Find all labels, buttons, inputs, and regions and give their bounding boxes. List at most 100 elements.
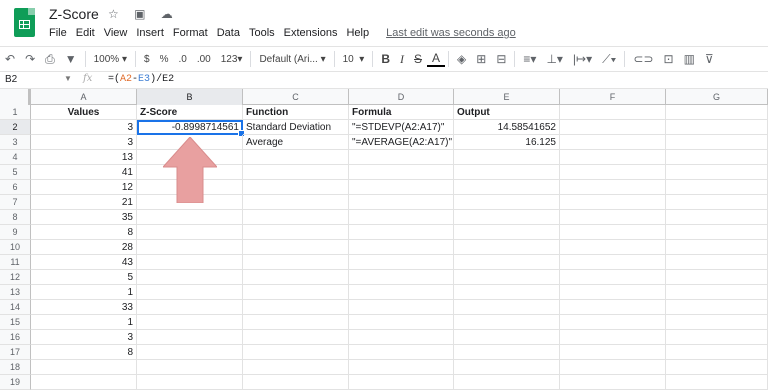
cell-d9[interactable] (349, 225, 454, 240)
cell-a5[interactable]: 41 (31, 165, 137, 180)
cell-c14[interactable] (243, 300, 349, 315)
cell-f14[interactable] (560, 300, 666, 315)
cell-g4[interactable] (666, 150, 768, 165)
menu-data[interactable]: Data (217, 27, 240, 39)
name-box[interactable]: B2 (5, 74, 17, 85)
cell-b2[interactable]: -0.8998714561 (137, 120, 245, 137)
cell-f1[interactable] (560, 105, 666, 120)
cell-a11[interactable]: 43 (31, 255, 137, 270)
row-header[interactable]: 14 (0, 300, 31, 315)
cell-f7[interactable] (560, 195, 666, 210)
cell-d6[interactable] (349, 180, 454, 195)
cell-d2[interactable]: "=STDEVP(A2:A17)" (349, 120, 454, 135)
fill-color-icon[interactable]: ◈ (452, 52, 471, 66)
cell-d18[interactable] (349, 360, 454, 375)
cell-c10[interactable] (243, 240, 349, 255)
cell-a19[interactable] (31, 375, 137, 390)
row-header[interactable]: 3 (0, 135, 31, 150)
cell-g6[interactable] (666, 180, 768, 195)
cell-a18[interactable] (31, 360, 137, 375)
cell-c12[interactable] (243, 270, 349, 285)
sheet-grid[interactable]: ABCDEFG 1 Values Z-Score Function Formula Out… (0, 89, 768, 390)
cell-f19[interactable] (560, 375, 666, 390)
menu-help[interactable]: Help (346, 27, 369, 39)
cell-g14[interactable] (666, 300, 768, 315)
cell-c15[interactable] (243, 315, 349, 330)
cell-d13[interactable] (349, 285, 454, 300)
row-header[interactable]: 15 (0, 315, 31, 330)
cell-e15[interactable] (454, 315, 560, 330)
cell-d8[interactable] (349, 210, 454, 225)
column-header-d[interactable]: D (349, 89, 454, 105)
cell-d5[interactable] (349, 165, 454, 180)
merge-cells-icon[interactable]: ⊟ (491, 52, 511, 66)
cell-f5[interactable] (560, 165, 666, 180)
cell-g17[interactable] (666, 345, 768, 360)
star-move-cloud-icons[interactable]: ☆ ▣ ☁ (108, 7, 179, 21)
font-size-select[interactable]: 10 ▾ (338, 54, 370, 65)
cell-e1[interactable]: Output (454, 105, 560, 120)
cell-a3[interactable]: 3 (31, 135, 137, 150)
cell-b14[interactable] (137, 300, 243, 315)
text-color-button[interactable]: A (427, 51, 446, 67)
cell-e6[interactable] (454, 180, 560, 195)
vertical-align-icon[interactable]: ⊥▾ (541, 52, 567, 66)
column-header-g[interactable]: G (666, 89, 768, 105)
cell-e5[interactable] (454, 165, 560, 180)
increase-decimal-button[interactable]: .00 (192, 54, 216, 65)
cell-c8[interactable] (243, 210, 349, 225)
cell-c4[interactable] (243, 150, 349, 165)
cell-g19[interactable] (666, 375, 768, 390)
select-all-corner[interactable] (0, 89, 31, 105)
cell-e11[interactable] (454, 255, 560, 270)
column-header-b[interactable]: B (137, 89, 243, 105)
cell-a2[interactable]: 3 (31, 120, 137, 135)
cell-e12[interactable] (454, 270, 560, 285)
cell-c5[interactable] (243, 165, 349, 180)
italic-button[interactable]: I (395, 52, 409, 67)
formula-input[interactable]: =(A2-E3)/E2 (108, 74, 174, 85)
chevron-down-icon[interactable]: ▼ (64, 74, 72, 83)
cell-a16[interactable]: 3 (31, 330, 137, 345)
cell-f3[interactable] (560, 135, 666, 150)
cell-b8[interactable] (137, 210, 243, 225)
row-header[interactable]: 8 (0, 210, 31, 225)
cell-f6[interactable] (560, 180, 666, 195)
cell-g10[interactable] (666, 240, 768, 255)
document-title[interactable]: Z-Score (49, 6, 99, 22)
cell-f10[interactable] (560, 240, 666, 255)
insert-link-icon[interactable]: ⊂⊃ (628, 52, 658, 66)
redo-icon[interactable]: ↷ (20, 52, 40, 66)
paint-format-icon[interactable]: ▼ (60, 52, 82, 66)
bold-button[interactable]: B (376, 52, 395, 66)
menu-format[interactable]: Format (173, 27, 208, 39)
cell-a9[interactable]: 8 (31, 225, 137, 240)
cell-f18[interactable] (560, 360, 666, 375)
text-wrap-icon[interactable]: |↦▾ (568, 52, 597, 66)
cell-f9[interactable] (560, 225, 666, 240)
row-header[interactable]: 11 (0, 255, 31, 270)
cell-b13[interactable] (137, 285, 243, 300)
cell-e7[interactable] (454, 195, 560, 210)
cell-f13[interactable] (560, 285, 666, 300)
cell-c16[interactable] (243, 330, 349, 345)
font-select[interactable]: Default (Ari... ▾ (254, 54, 330, 65)
cell-g11[interactable] (666, 255, 768, 270)
cell-c7[interactable] (243, 195, 349, 210)
cell-d15[interactable] (349, 315, 454, 330)
cell-a15[interactable]: 1 (31, 315, 137, 330)
row-header[interactable]: 16 (0, 330, 31, 345)
cell-b9[interactable] (137, 225, 243, 240)
cell-b19[interactable] (137, 375, 243, 390)
cell-f8[interactable] (560, 210, 666, 225)
cell-c17[interactable] (243, 345, 349, 360)
cell-c6[interactable] (243, 180, 349, 195)
currency-format-button[interactable]: $ (139, 54, 155, 65)
strikethrough-button[interactable]: S (409, 52, 427, 66)
cell-a7[interactable]: 21 (31, 195, 137, 210)
horizontal-align-icon[interactable]: ≡▾ (518, 52, 541, 66)
cell-e13[interactable] (454, 285, 560, 300)
last-edit-link[interactable]: Last edit was seconds ago (386, 27, 516, 39)
row-header[interactable]: 2 (0, 120, 31, 135)
row-header[interactable]: 19 (0, 375, 31, 390)
